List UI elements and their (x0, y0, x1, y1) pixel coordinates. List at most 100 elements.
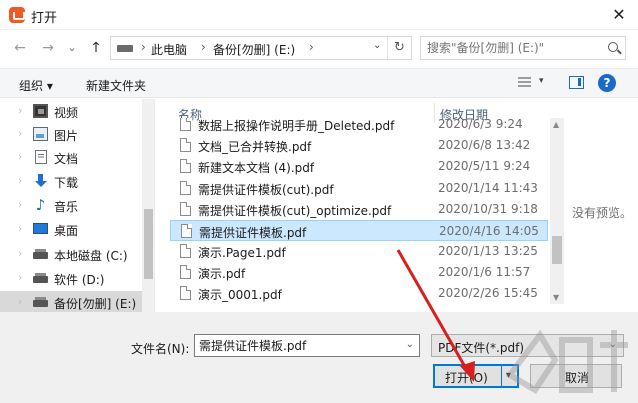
file-date: 2020/5/11 9:24 (438, 159, 531, 173)
sidebar-item-label: 本地磁盘 (C:) (54, 249, 128, 263)
search-icon[interactable] (608, 42, 618, 52)
pdf-file-icon (180, 118, 191, 131)
file-row[interactable]: 文档_已合并转换.pdf 2020/6/8 13:42 (170, 135, 548, 156)
pdf-file-icon (180, 244, 191, 258)
drive-icon (33, 249, 48, 259)
chevron-right-icon[interactable]: › (18, 271, 22, 284)
sidebar-item-music[interactable]: › ♪ 音乐 (0, 194, 142, 217)
toolbar: 组织 ▾ 新建文件夹 ▾ ? (0, 68, 638, 98)
change-view-icon[interactable] (517, 75, 533, 91)
sidebar-item-downloads[interactable]: › 下载 (0, 170, 142, 193)
scrollbar-thumb[interactable] (144, 209, 153, 279)
address-dropdown-icon[interactable]: ⌄ (373, 40, 381, 51)
close-button[interactable]: ✕ (600, 0, 638, 30)
file-name: 文档_已合并转换.pdf (198, 140, 312, 154)
file-date: 2020/6/3 9:24 (438, 118, 523, 131)
sidebar-item-drive-d[interactable]: › 软件 (D:) (0, 267, 142, 290)
cancel-button-label: 取消 (565, 371, 590, 385)
cancel-button[interactable]: 取消 (530, 364, 622, 388)
sidebar-item-documents[interactable]: › 文档 (0, 146, 142, 169)
file-date: 2020/4/16 14:05 (439, 224, 539, 238)
pdf-file-icon (180, 159, 191, 173)
file-name: 需提供证件模板(cut).pdf (198, 183, 334, 197)
file-name: 数据上报操作说明手册_Deleted.pdf (198, 119, 395, 133)
file-row[interactable]: 演示.Page1.pdf 2020/1/13 13:25 (170, 241, 548, 262)
file-row[interactable]: 数据上报操作说明手册_Deleted.pdf 2020/6/3 9:24 (170, 118, 548, 135)
scrollbar-thumb[interactable] (552, 236, 562, 264)
refresh-button[interactable]: ↻ (387, 37, 411, 59)
sidebar-item-pictures[interactable]: › 图片 (0, 123, 142, 146)
preview-pane-icon[interactable] (569, 76, 584, 89)
app-logo-icon (9, 7, 25, 23)
file-row[interactable]: 需提供证件模板(cut)_optimize.pdf 2020/10/31 9:1… (170, 199, 548, 220)
sidebar-item-label: 下载 (54, 176, 79, 190)
file-name: 新建文本文档 (4).pdf (198, 161, 315, 175)
chevron-right-icon[interactable]: › (18, 104, 22, 117)
sidebar-item-videos[interactable]: › 视频 (0, 100, 142, 123)
chevron-right-icon[interactable]: › (18, 174, 22, 187)
help-icon[interactable]: ? (598, 74, 616, 92)
sidebar-item-drive-c[interactable]: › 本地磁盘 (C:) (0, 243, 142, 266)
filename-combobox[interactable]: ⌄ (194, 334, 420, 357)
breadcrumb-separator[interactable]: › (309, 40, 314, 54)
open-button[interactable]: 打开(O) ▾ (433, 364, 519, 388)
up-button[interactable]: ↑ (86, 38, 106, 58)
file-date: 2020/6/8 13:42 (438, 138, 531, 152)
search-input[interactable] (427, 39, 597, 57)
chevron-down-icon[interactable]: ⌄ (406, 339, 414, 350)
file-row[interactable]: 需提供证件模板(cut).pdf 2020/1/14 11:43 (170, 178, 548, 199)
sidebar-item-label: 备份[勿删] (E:) (54, 297, 137, 311)
sidebar-item-label: 桌面 (54, 224, 79, 238)
chevron-right-icon[interactable]: › (18, 198, 22, 211)
file-row[interactable]: 演示_0001.pdf 2020/2/26 15:45 (170, 283, 548, 304)
breadcrumb-separator[interactable]: › (201, 40, 206, 54)
chevron-right-icon[interactable]: › (18, 247, 22, 260)
view-options-caret[interactable]: ▾ (539, 76, 544, 86)
recent-locations-button[interactable]: ⌄ (62, 38, 82, 58)
back-button[interactable]: ← (10, 38, 30, 58)
drive-icon (117, 45, 133, 52)
address-bar[interactable]: › 此电脑 › 备份[勿删] (E:) › ⌄ ↻ (110, 36, 412, 60)
file-list-scrollbar[interactable]: ▲ ▼ (550, 118, 564, 304)
chevron-down-icon[interactable]: ⌄ (609, 339, 617, 350)
documents-folder-icon (35, 150, 47, 164)
file-date: 2020/2/26 15:45 (438, 286, 538, 300)
breadcrumb-drive-e[interactable]: 备份[勿删] (E:) (213, 41, 295, 58)
file-date: 2020/1/13 13:25 (438, 244, 538, 258)
sidebar-item-label: 图片 (54, 129, 79, 143)
pdf-file-icon (180, 138, 191, 152)
split-divider (501, 366, 502, 386)
file-row[interactable]: 演示.pdf 2020/1/6 11:57 (170, 262, 548, 283)
file-row-selected[interactable]: 需提供证件模板.pdf 2020/4/16 14:05 (170, 220, 548, 241)
filetype-select[interactable]: PDF文件(*.pdf) ⌄ (431, 334, 624, 357)
forward-button[interactable]: → (38, 38, 58, 58)
open-options-caret[interactable]: ▾ (506, 370, 511, 381)
sidebar-scrollbar[interactable] (142, 99, 154, 312)
drive-icon (33, 273, 48, 283)
search-box[interactable] (420, 36, 626, 60)
chevron-right-icon[interactable]: › (18, 127, 22, 140)
navigation-pane: › 视频 › 图片 › 文档 › 下载 › ♪ 音乐 › 桌面 › 本地磁盘 (… (0, 99, 155, 312)
scroll-down-icon[interactable]: ▼ (553, 293, 559, 302)
organize-button[interactable]: 组织 ▾ (19, 77, 53, 94)
new-folder-button[interactable]: 新建文件夹 (86, 77, 146, 94)
file-date: 2020/1/14 11:43 (438, 181, 538, 195)
chevron-right-icon[interactable]: › (18, 150, 22, 163)
breadcrumb-this-pc[interactable]: 此电脑 (151, 41, 187, 58)
sidebar-item-label: 视频 (54, 106, 79, 120)
sidebar-item-label: 文档 (54, 152, 79, 166)
scroll-up-icon[interactable]: ▲ (553, 120, 559, 129)
sidebar-item-desktop[interactable]: › 桌面 (0, 218, 142, 241)
file-name: 需提供证件模板(cut)_optimize.pdf (198, 204, 392, 218)
open-button-label: 打开(O) (445, 371, 488, 385)
sidebar-item-label: 音乐 (54, 200, 79, 214)
sidebar-item-drive-e[interactable]: › 备份[勿删] (E:) (0, 291, 142, 312)
file-row[interactable]: 新建文本文档 (4).pdf 2020/5/11 9:24 (170, 156, 548, 177)
chevron-right-icon[interactable]: › (18, 295, 22, 308)
pictures-folder-icon (33, 127, 48, 141)
breadcrumb-separator[interactable]: › (141, 40, 146, 54)
downloads-folder-icon (33, 174, 48, 188)
chevron-right-icon[interactable]: › (18, 222, 22, 235)
file-name: 演示.pdf (198, 267, 246, 281)
filename-input[interactable] (199, 338, 399, 352)
